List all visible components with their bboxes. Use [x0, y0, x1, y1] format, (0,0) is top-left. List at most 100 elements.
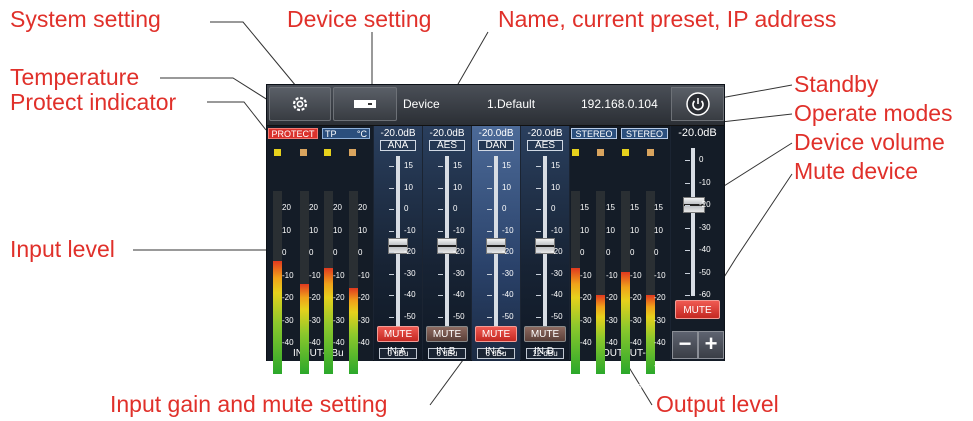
top-bar: Device 1.Default 192.168.0.104	[267, 85, 724, 126]
fader-tick	[536, 273, 541, 275]
meter-scale-label: -50	[358, 360, 370, 370]
meter-scale-label: -50	[282, 360, 294, 370]
channel-source-select[interactable]: AES	[429, 140, 465, 151]
operate-mode-3-4[interactable]: STEREO	[621, 128, 668, 139]
meter-scale-label: -50	[309, 360, 321, 370]
device-volume-panel: -20.0dB MUTE 0 -10 -20 -30 -40 -50 -60	[671, 126, 724, 361]
signal-led-c	[324, 149, 331, 156]
meter-scale-label: -20	[606, 293, 618, 302]
meter-scale-label: -40	[654, 338, 666, 347]
meter-scale-label: -10	[309, 270, 321, 280]
device-name: Device	[403, 97, 440, 111]
fader-tick	[389, 273, 394, 275]
level-meter	[596, 191, 605, 374]
meter-scale-label: 0	[358, 248, 363, 257]
volume-plus-button[interactable]: +	[698, 331, 724, 359]
meter-channel-label: D	[349, 377, 355, 386]
channel-name-in-c: IN C	[485, 346, 505, 357]
channel-source-select[interactable]: AES	[527, 140, 563, 151]
fader-tick	[487, 209, 492, 210]
ip-address: 192.168.0.104	[581, 97, 658, 111]
device-info-bar[interactable]: Device 1.Default 192.168.0.104	[399, 87, 670, 121]
meter-scale-label: -40	[606, 338, 618, 347]
meter-scale-label: 0	[282, 248, 287, 257]
meter-scale-label: -60	[333, 383, 345, 392]
level-meter-fill	[621, 271, 630, 374]
clip-led-b	[300, 149, 307, 156]
level-meter	[349, 191, 358, 374]
leader-protect-indicator	[207, 101, 267, 131]
meter-scale-label: -10	[580, 270, 592, 280]
meter-channel-label: B	[300, 377, 306, 386]
level-meter-fill	[571, 267, 580, 374]
device-setting-button[interactable]	[333, 87, 397, 121]
fader-tick	[438, 273, 443, 275]
meter-scale-label: -20	[333, 293, 345, 302]
meter-scale-label: -10	[358, 270, 370, 280]
input-meters-panel: PROTECT TP °C INPUT-dBu A B C D 20 10 0 -10 -20-…	[267, 126, 373, 392]
meter-channel-label: 3	[621, 377, 626, 386]
meter-scale-label: 20	[333, 203, 342, 212]
fader-scale-label: -20	[404, 247, 416, 256]
standby-button[interactable]	[671, 87, 724, 121]
meter-scale-label: -50	[580, 360, 592, 370]
mute-button-in-b[interactable]: MUTE	[426, 326, 468, 342]
level-meter	[324, 191, 333, 374]
fader-tick	[536, 209, 541, 210]
fader-tick	[389, 166, 394, 167]
fader-scale-label: -40	[502, 290, 514, 299]
mute-button-in-d[interactable]: MUTE	[524, 326, 566, 342]
meter-scale-label: -60	[580, 383, 592, 392]
meter-scale-label: -50	[630, 360, 642, 370]
leader-system-setting	[210, 21, 297, 87]
meter-scale-label: -60	[606, 383, 618, 392]
fader-scale-label: -10	[404, 225, 416, 235]
mute-button-in-c[interactable]: MUTE	[475, 326, 517, 342]
fader-scale-label: -30	[404, 268, 416, 278]
volume-scale-label: 0	[699, 155, 704, 164]
meter-scale-label: -10	[630, 270, 642, 280]
mute-button-in-a[interactable]: MUTE	[377, 326, 419, 342]
gear-icon	[292, 96, 308, 112]
level-meter	[571, 191, 580, 374]
current-preset: 1.Default	[487, 97, 536, 111]
signal-led-a	[274, 149, 281, 156]
fader-tick	[536, 230, 541, 232]
signal-led-3	[622, 149, 629, 156]
fader-tick	[536, 187, 541, 189]
fader-tick	[536, 316, 541, 318]
fader-scale-label: 0	[453, 204, 458, 213]
fader-scale-label: -50	[404, 311, 416, 321]
operate-mode-1-2[interactable]: STEREO	[571, 128, 617, 139]
meter-scale-label: 10	[606, 225, 615, 235]
volume-tick	[685, 182, 690, 184]
level-meter-fill	[273, 260, 282, 374]
fader-scale-label: -40	[453, 290, 465, 299]
volume-minus-button[interactable]: −	[672, 331, 698, 359]
system-setting-button[interactable]	[269, 87, 331, 121]
meter-scale-label: 20	[282, 203, 291, 212]
fader-tick	[389, 316, 394, 318]
channel-name-in-d: IN D	[534, 346, 554, 357]
meter-scale-label: 10	[309, 225, 318, 235]
fader-scale-label: -20	[453, 247, 465, 256]
channel-source-select[interactable]: DAN	[478, 140, 514, 151]
meter-scale-label: 15	[654, 203, 663, 212]
level-meter-fill	[596, 295, 605, 374]
channel-level-value: -20.0dB	[380, 128, 416, 139]
device-volume-value: -20.0dB	[678, 127, 717, 139]
volume-tick	[685, 205, 690, 206]
device-mute-button[interactable]: MUTE	[675, 300, 720, 319]
volume-tick	[685, 227, 690, 229]
clip-led-d	[349, 149, 356, 156]
fader-scale-label: -30	[502, 268, 514, 278]
meter-scale-label: 10	[358, 225, 367, 235]
volume-scale-label: -20	[699, 200, 711, 209]
fader-scale-label: -10	[502, 225, 514, 235]
fader-tick	[389, 252, 394, 253]
level-meter-fill	[324, 267, 333, 374]
fader-tick	[438, 252, 443, 253]
clip-led-4	[647, 149, 654, 156]
volume-scale-label: -60	[699, 290, 711, 299]
channel-source-select[interactable]: ANA	[380, 140, 416, 151]
